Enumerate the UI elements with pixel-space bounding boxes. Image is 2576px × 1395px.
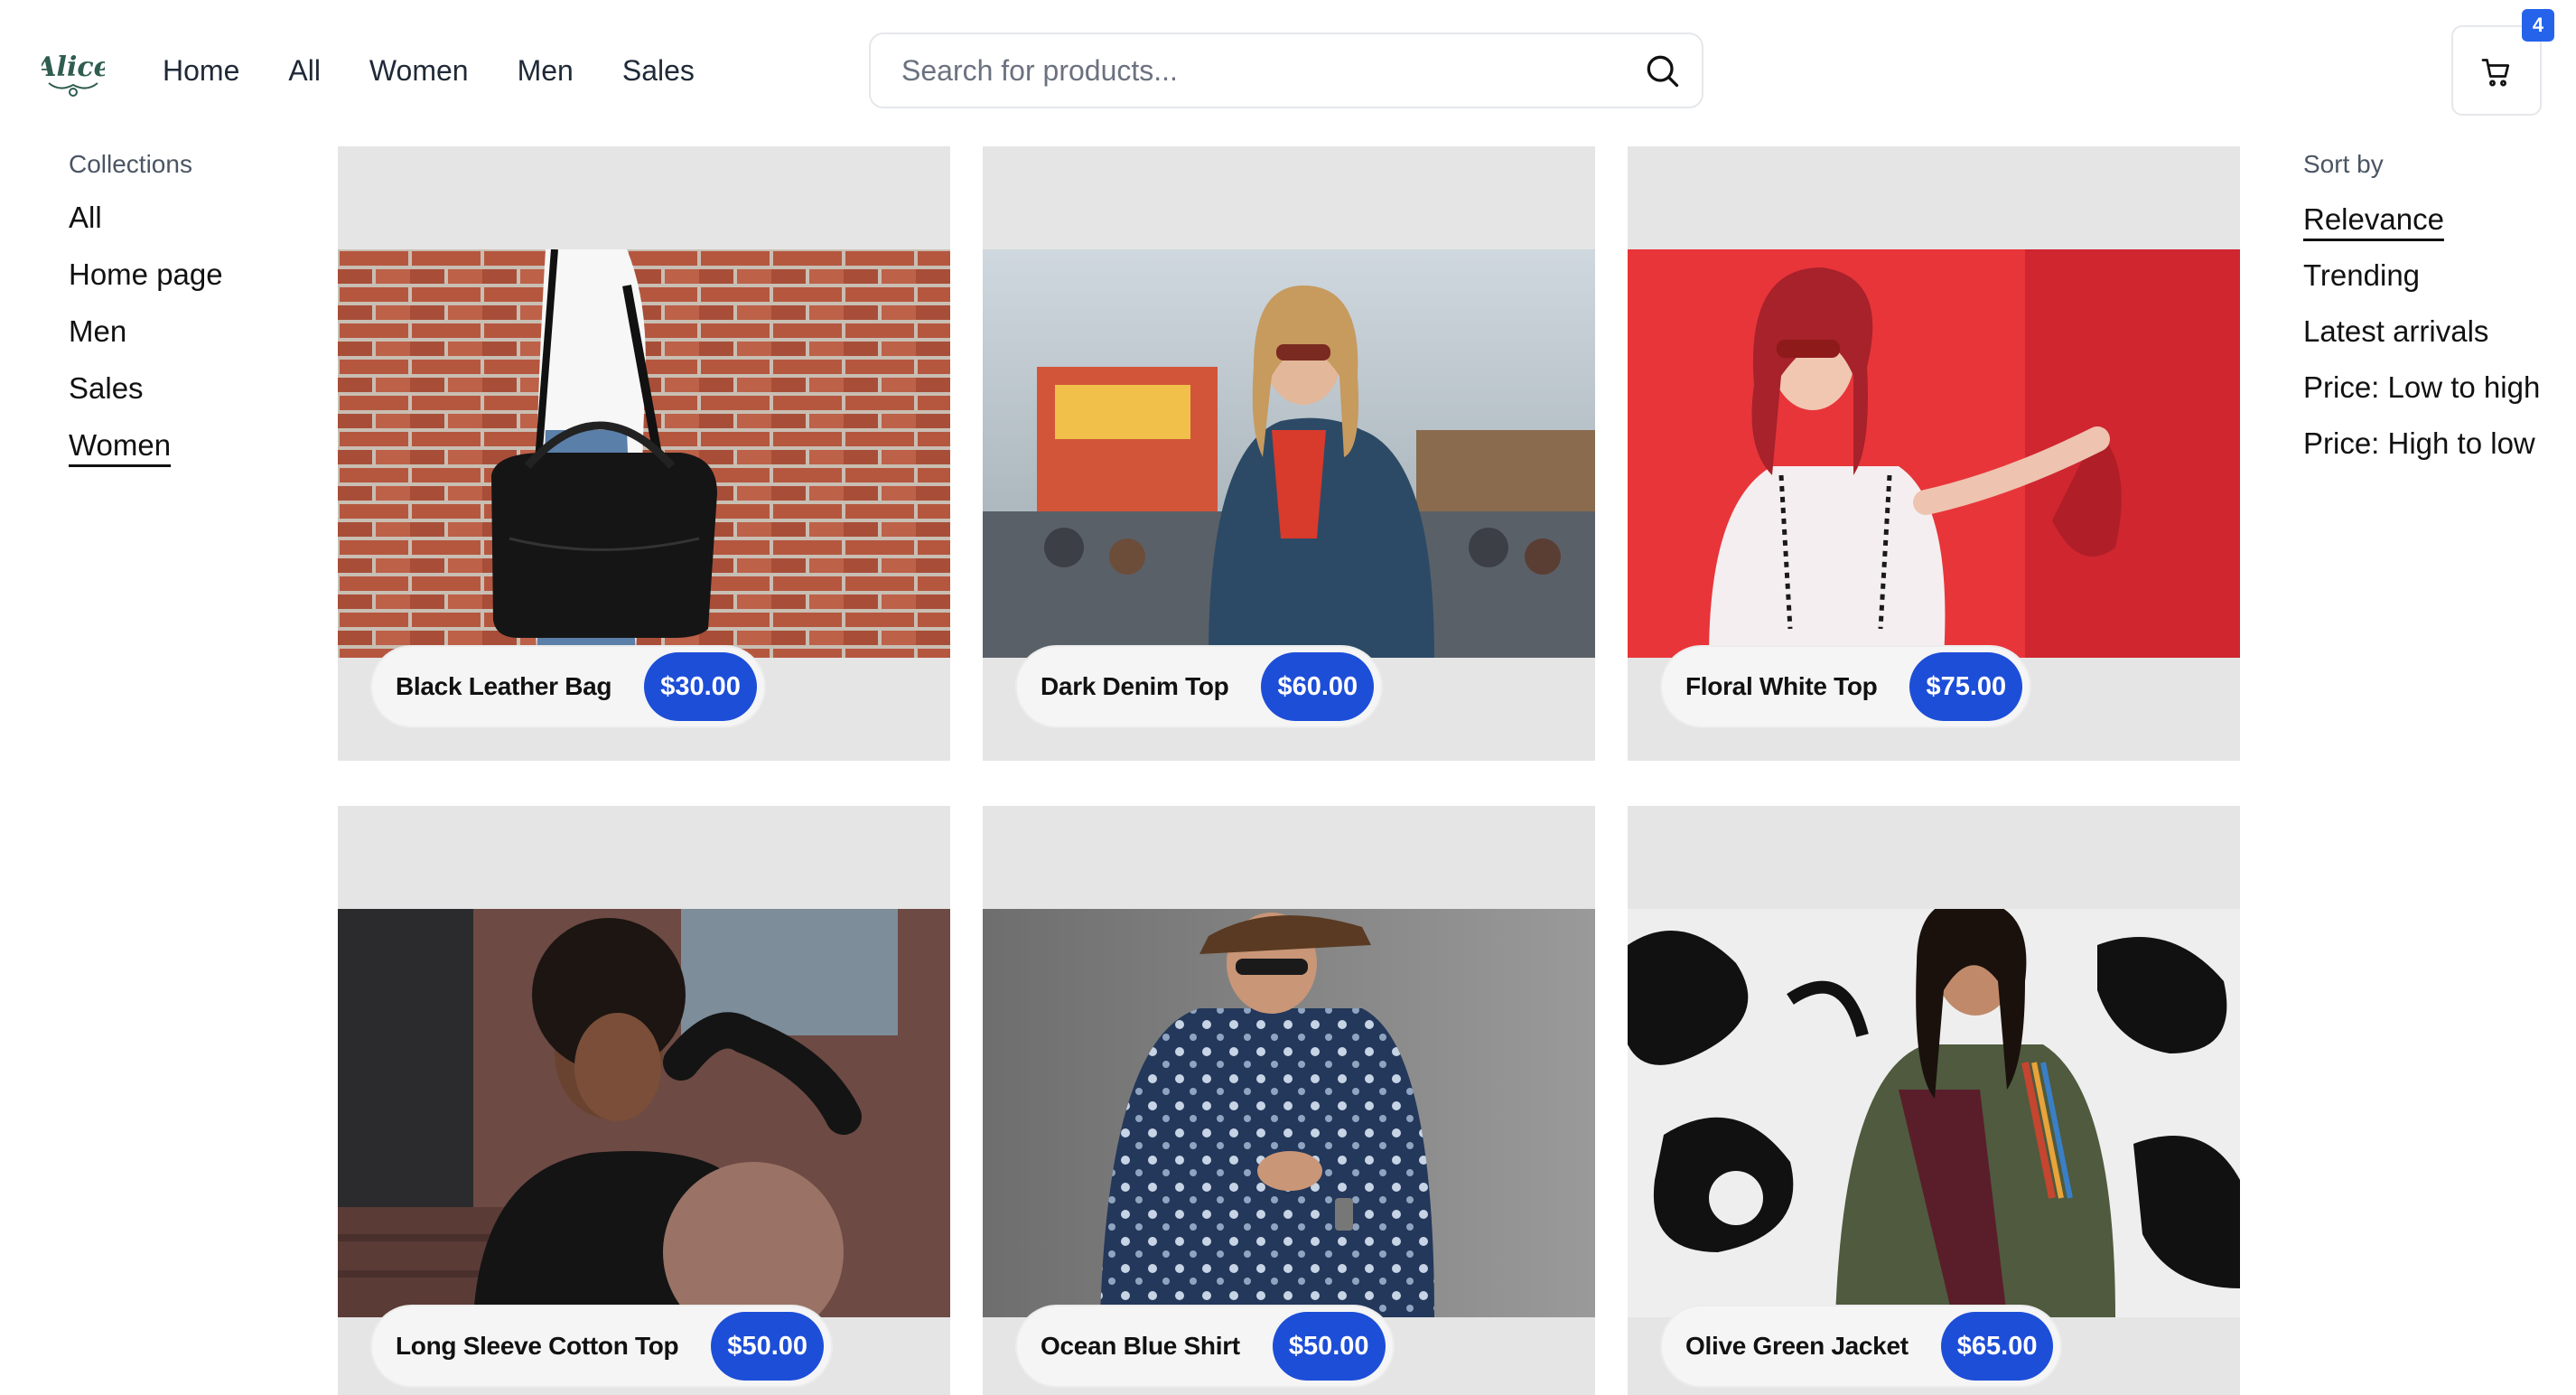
product-image-olive-green-jacket — [1628, 909, 2240, 1317]
product-price: $75.00 — [1909, 652, 2023, 721]
product-label: Long Sleeve Cotton Top $50.00 — [370, 1305, 834, 1388]
product-price: $50.00 — [711, 1312, 825, 1381]
product-price: $65.00 — [1940, 1312, 2054, 1381]
main-nav: Home All Women Men Sales — [163, 52, 743, 89]
product-label: Floral White Top $75.00 — [1660, 645, 2032, 728]
product-name: Olive Green Jacket — [1685, 1332, 1909, 1360]
product-image-black-leather-bag — [338, 249, 950, 658]
collections-sidebar: Collections All Home page Men Sales Wome… — [69, 148, 303, 483]
sort-latest-arrivals[interactable]: Latest arrivals — [2303, 311, 2488, 352]
product-card[interactable]: Dark Denim Top $60.00 — [983, 146, 1595, 761]
collection-men[interactable]: Men — [69, 313, 126, 351]
product-name: Dark Denim Top — [1041, 672, 1229, 700]
sort-sidebar: Sort by Relevance Trending Latest arriva… — [2303, 148, 2556, 479]
nav-all[interactable]: All — [288, 52, 321, 89]
collection-women[interactable]: Women — [69, 426, 171, 464]
product-price: $30.00 — [644, 652, 757, 721]
product-name: Long Sleeve Cotton Top — [396, 1332, 679, 1360]
search-input[interactable] — [901, 34, 1606, 107]
site-header: Alice Home All Women Men Sales 4 — [0, 0, 2576, 136]
product-label: Dark Denim Top $60.00 — [1015, 645, 1384, 728]
product-card[interactable]: Long Sleeve Cotton Top $50.00 — [338, 806, 950, 1395]
sort-trending[interactable]: Trending — [2303, 255, 2420, 296]
product-price: $60.00 — [1261, 652, 1375, 721]
search-icon[interactable] — [1642, 51, 1682, 90]
alice-logo[interactable]: Alice — [33, 40, 111, 103]
sort-price-high-low[interactable]: Price: High to low — [2303, 423, 2535, 464]
product-card[interactable]: Floral White Top $75.00 — [1628, 146, 2240, 761]
collection-sales[interactable]: Sales — [69, 370, 144, 407]
product-image-dark-denim-top — [983, 249, 1595, 658]
product-card[interactable]: Olive Green Jacket $65.00 — [1628, 806, 2240, 1395]
product-image-ocean-blue-shirt — [983, 909, 1595, 1317]
cart-icon — [2481, 59, 2510, 87]
logo-text: Alice — [42, 51, 105, 83]
product-image-floral-white-top — [1628, 249, 2240, 658]
product-name: Floral White Top — [1685, 672, 1878, 700]
product-image-long-sleeve-cotton-top — [338, 909, 950, 1317]
product-price: $50.00 — [1272, 1312, 1386, 1381]
collections-title: Collections — [69, 150, 192, 178]
product-label: Olive Green Jacket $65.00 — [1660, 1305, 2063, 1388]
search-box — [869, 33, 1703, 108]
product-label: Ocean Blue Shirt $50.00 — [1015, 1305, 1395, 1388]
product-name: Black Leather Bag — [396, 672, 612, 700]
product-grid: Black Leather Bag $30.00 Dark Denim Top … — [338, 146, 2240, 1395]
sort-title: Sort by — [2303, 150, 2384, 178]
collection-all[interactable]: All — [69, 199, 102, 237]
sort-relevance[interactable]: Relevance — [2303, 199, 2444, 240]
sort-price-low-high[interactable]: Price: Low to high — [2303, 367, 2540, 408]
cart-count-badge: 4 — [2522, 9, 2554, 42]
nav-sales[interactable]: Sales — [622, 52, 695, 89]
product-name: Ocean Blue Shirt — [1041, 1332, 1240, 1360]
nav-men[interactable]: Men — [518, 52, 574, 89]
nav-women[interactable]: Women — [369, 52, 469, 89]
product-card[interactable]: Black Leather Bag $30.00 — [338, 146, 950, 761]
nav-home[interactable]: Home — [163, 52, 239, 89]
product-label: Black Leather Bag $30.00 — [370, 645, 766, 728]
product-card[interactable]: Ocean Blue Shirt $50.00 — [983, 806, 1595, 1395]
collection-home-page[interactable]: Home page — [69, 256, 223, 294]
